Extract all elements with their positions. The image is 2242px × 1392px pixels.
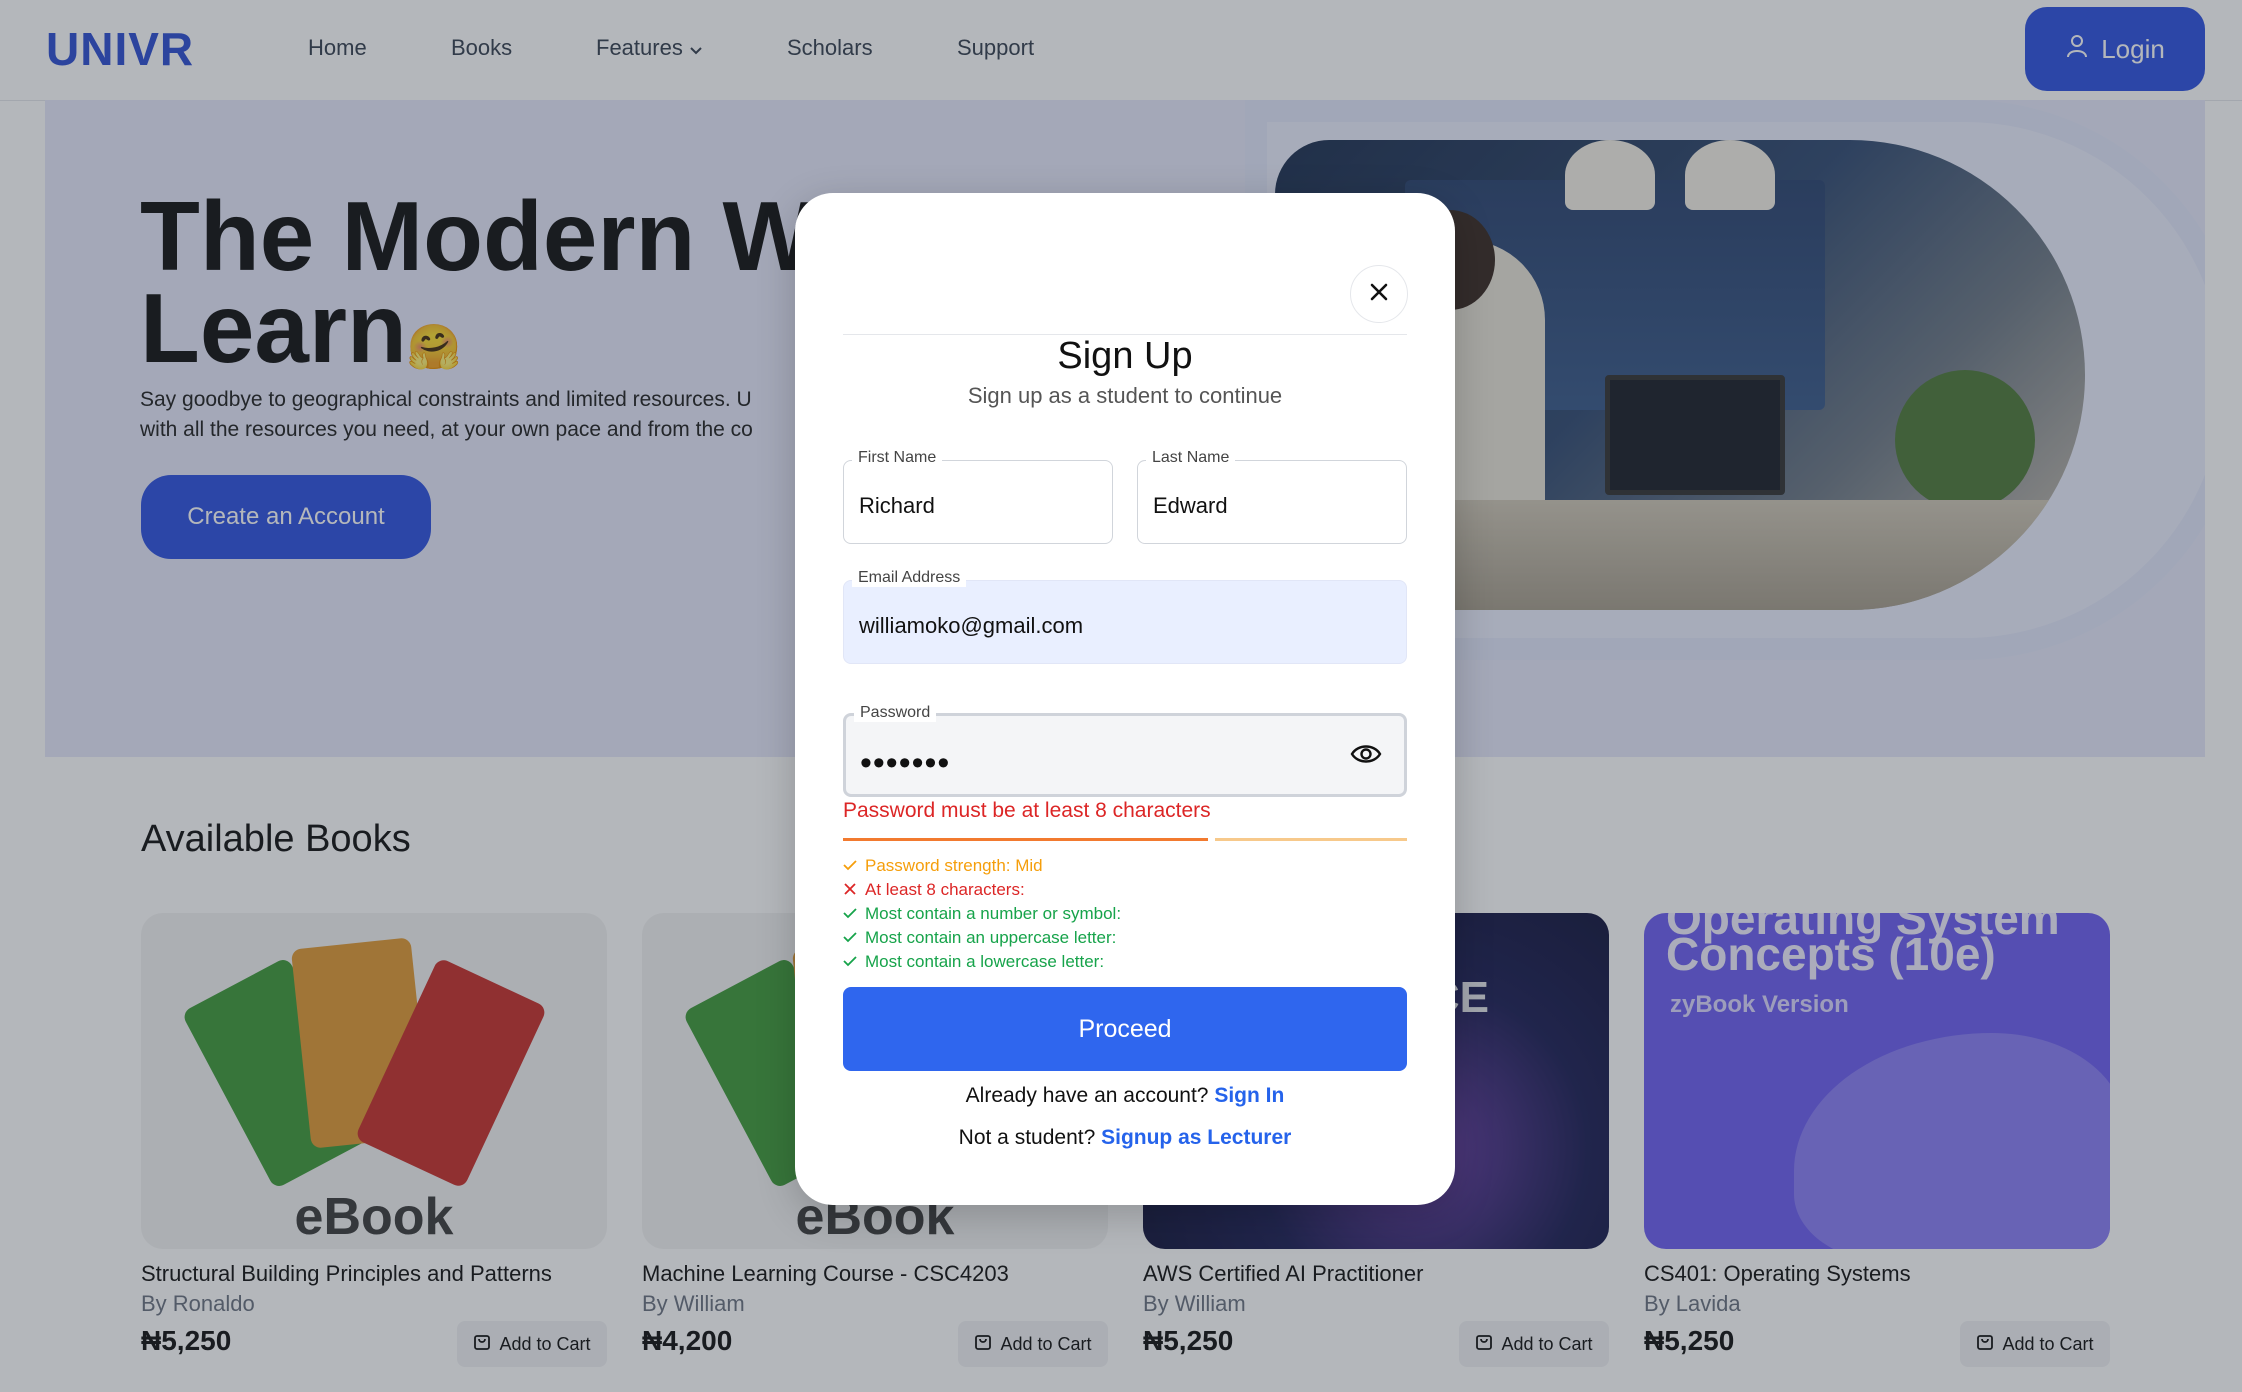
proceed-button[interactable]: Proceed <box>843 987 1407 1071</box>
eye-icon[interactable] <box>1350 742 1382 771</box>
password-label: Password <box>854 704 937 722</box>
password-rule-length: At least 8 characters: <box>843 880 1025 900</box>
password-rule-lowercase: Most contain a lowercase letter: <box>843 952 1104 972</box>
not-student-text: Not a student? Signup as Lecturer <box>795 1126 1455 1150</box>
not-student-label: Not a student? <box>958 1126 1096 1149</box>
password-strength-bar-remaining <box>1215 838 1407 841</box>
close-button[interactable] <box>1350 265 1408 323</box>
check-icon <box>843 928 857 948</box>
email-value: williamoko@gmail.com <box>859 613 1084 638</box>
password-rule-text: At least 8 characters: <box>865 880 1025 899</box>
password-rule-text: Most contain a number or symbol: <box>865 904 1122 923</box>
password-rule-number: Most contain a number or symbol: <box>843 904 1121 924</box>
password-strength-bar-filled <box>843 838 1208 841</box>
password-rule-uppercase: Most contain an uppercase letter: <box>843 928 1116 948</box>
password-field[interactable]: Password ••••••• <box>843 704 1407 797</box>
check-icon <box>843 952 857 972</box>
x-icon <box>843 880 857 900</box>
sign-in-link[interactable]: Sign In <box>1214 1084 1284 1107</box>
already-have-account-text: Already have an account? Sign In <box>795 1084 1455 1108</box>
close-icon <box>1369 282 1389 307</box>
password-value: ••••••• <box>860 744 951 782</box>
modal-subtitle: Sign up as a student to continue <box>967 383 1283 408</box>
signup-modal: Sign Up Sign up as a student to continue… <box>795 193 1455 1205</box>
first-name-value: Richard <box>859 493 935 518</box>
password-error-message: Password must be at least 8 characters <box>843 799 1211 822</box>
check-icon <box>843 856 857 876</box>
already-have-account-label: Already have an account? <box>965 1084 1209 1107</box>
password-rule-text: Most contain an uppercase letter: <box>865 928 1117 947</box>
first-name-field[interactable]: First Name Richard <box>843 449 1113 544</box>
modal-title: Sign Up <box>1057 335 1193 377</box>
email-field[interactable]: Email Address williamoko@gmail.com <box>843 569 1407 664</box>
first-name-label: First Name <box>852 449 943 467</box>
check-icon <box>843 904 857 924</box>
password-strength-label: Password strength: Mid <box>843 856 1043 876</box>
last-name-field[interactable]: Last Name Edward <box>1137 449 1407 544</box>
email-label: Email Address <box>852 569 967 587</box>
password-strength-text: Password strength: Mid <box>865 856 1043 875</box>
last-name-label: Last Name <box>1146 449 1236 467</box>
last-name-value: Edward <box>1153 493 1228 518</box>
password-rule-text: Most contain a lowercase letter: <box>865 952 1105 971</box>
signup-lecturer-link[interactable]: Signup as Lecturer <box>1101 1126 1291 1149</box>
